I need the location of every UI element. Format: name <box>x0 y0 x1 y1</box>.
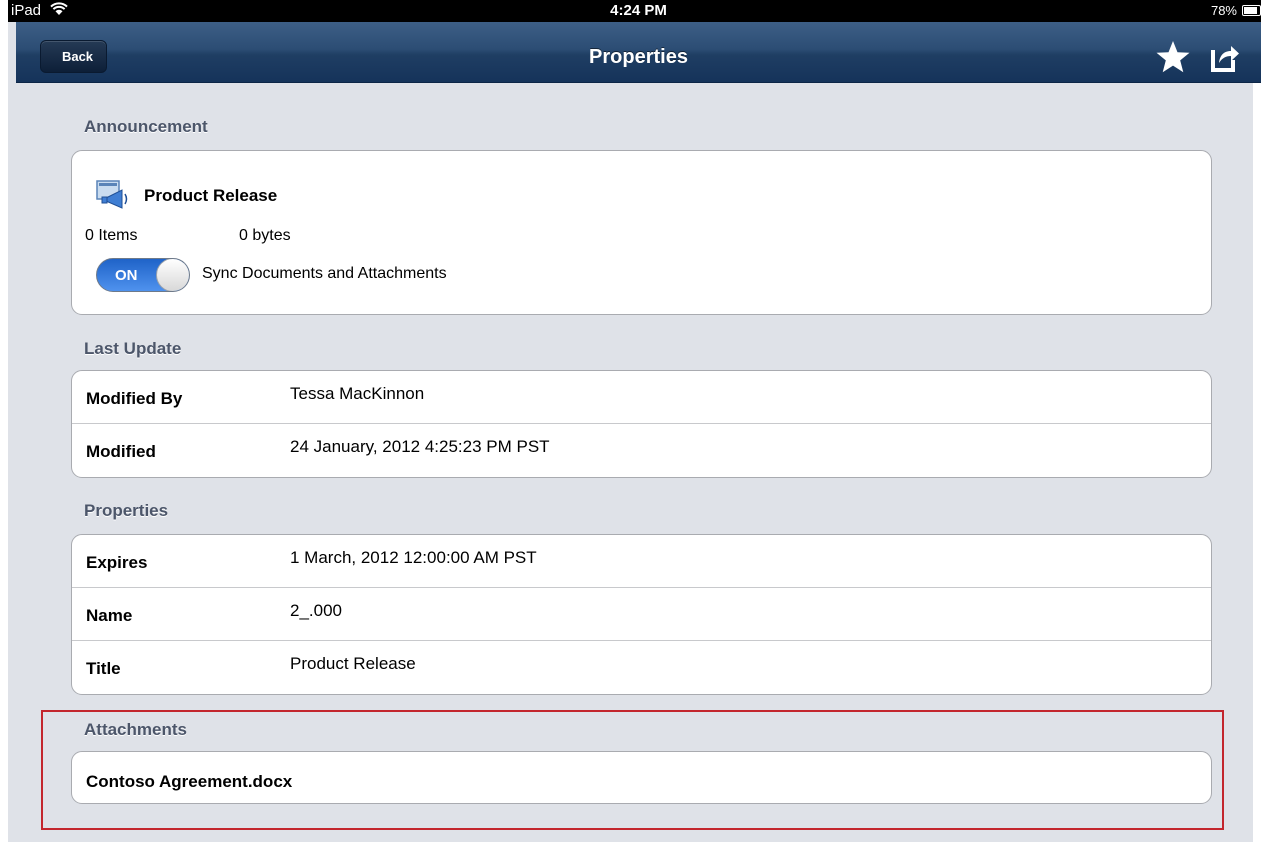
toggle-on-label: ON <box>115 267 138 284</box>
row-value: Product Release <box>290 654 416 673</box>
announcement-card: Product Release 0 Items 0 bytes ON Sync … <box>71 150 1212 315</box>
row-label: Title <box>86 659 121 678</box>
last-update-section-header: Last Update <box>84 339 182 358</box>
properties-section-header: Properties <box>84 501 169 520</box>
table-row: Modified By Tessa MacKinnon <box>72 371 1211 424</box>
battery-icon <box>1242 5 1261 16</box>
table-row: Modified 24 January, 2012 4:25:23 PM PST <box>72 424 1211 477</box>
item-size: 0 bytes <box>239 227 291 244</box>
row-label: Modified By <box>86 389 183 408</box>
row-value: 24 January, 2012 4:25:23 PM PST <box>290 437 550 456</box>
status-bar: iPad 4:24 PM 78% <box>8 0 1261 22</box>
announcement-megaphone-icon <box>96 180 128 209</box>
row-label: Expires <box>86 553 148 572</box>
clock: 4:24 PM <box>610 2 667 19</box>
row-value: 1 March, 2012 12:00:00 AM PST <box>290 548 537 567</box>
announcement-section-header: Announcement <box>84 117 208 136</box>
toggle-knob <box>156 259 189 291</box>
row-value: Tessa MacKinnon <box>290 384 425 403</box>
properties-table: Expires 1 March, 2012 12:00:00 AM PST Na… <box>71 534 1212 695</box>
share-icon[interactable] <box>1210 42 1240 72</box>
table-row: Title Product Release <box>72 641 1211 694</box>
item-count: 0 Items <box>85 227 138 244</box>
row-label: Name <box>86 606 133 625</box>
table-row: Expires 1 March, 2012 12:00:00 AM PST <box>72 535 1211 588</box>
star-icon[interactable] <box>1155 40 1191 74</box>
row-value: 2_.000 <box>290 601 342 620</box>
last-update-table: Modified By Tessa MacKinnon Modified 24 … <box>71 370 1212 478</box>
table-row: Name 2_.000 <box>72 588 1211 641</box>
sync-toggle[interactable]: ON <box>96 258 190 292</box>
sync-label: Sync Documents and Attachments <box>202 265 447 282</box>
row-label: Modified <box>86 442 156 461</box>
highlight-box <box>41 710 1224 830</box>
navigation-bar: Back Properties <box>16 22 1261 83</box>
page-title: Properties <box>589 46 688 68</box>
announcement-title: Product Release <box>144 186 278 205</box>
battery-percentage: 78% <box>1210 3 1237 18</box>
back-button-label: Back <box>61 49 94 64</box>
